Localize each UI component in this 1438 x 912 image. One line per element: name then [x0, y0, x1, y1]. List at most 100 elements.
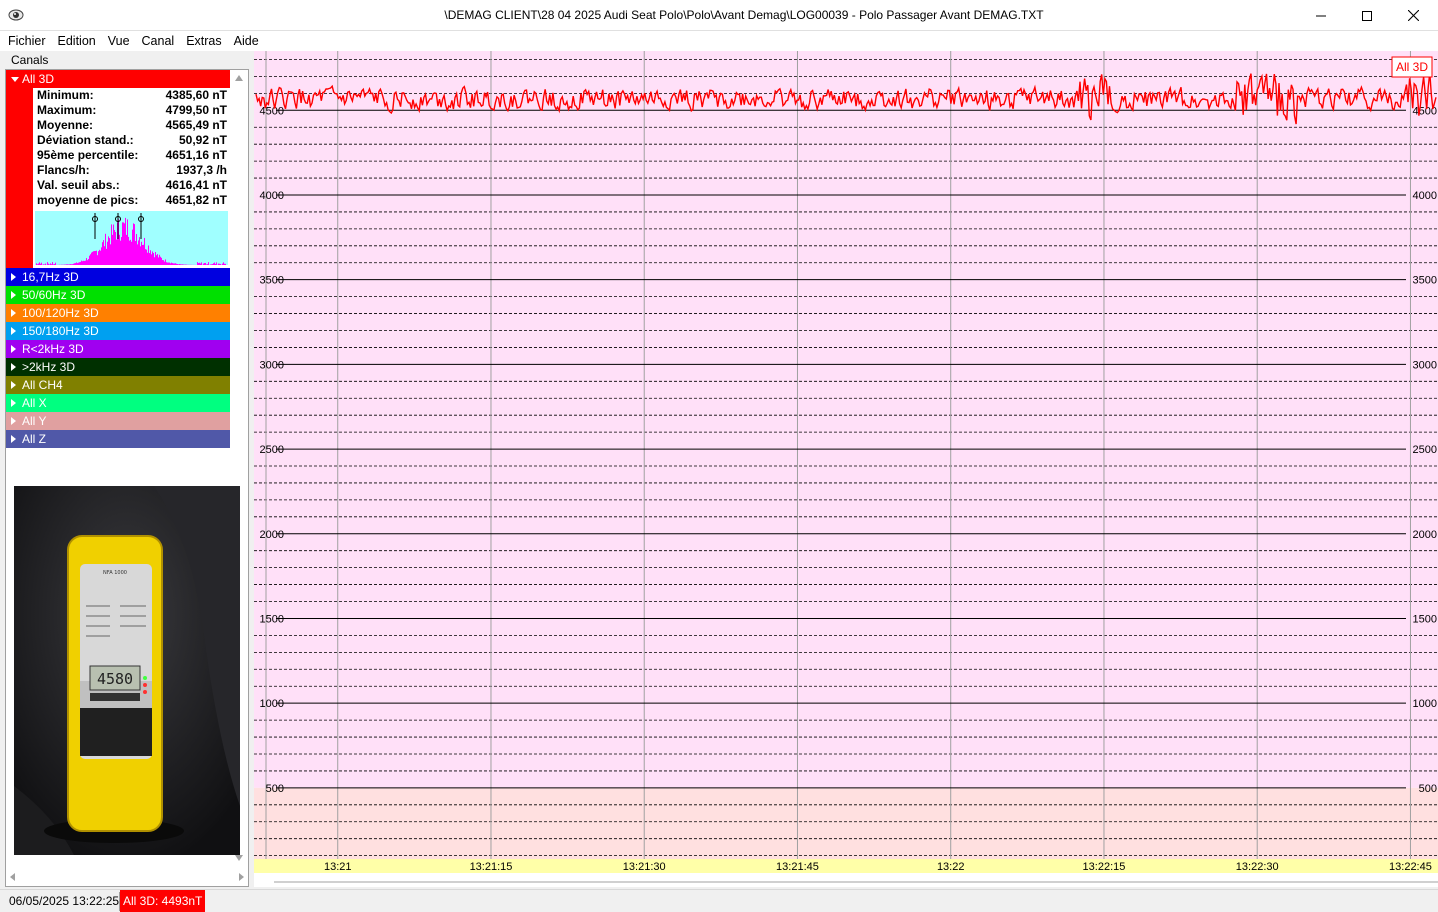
menu-edition[interactable]: Edition: [52, 31, 102, 51]
y-tick-label-right: 3000: [1413, 359, 1437, 371]
histogram-bar: [80, 261, 81, 265]
y-tick-label-right: 1000: [1413, 698, 1437, 710]
histogram-bar: [162, 260, 163, 265]
histogram-bar: [105, 233, 106, 265]
histogram: [35, 211, 228, 265]
stats-table: Minimum: 4385,60 nT Maximum: 4799,50 nT Mo…: [33, 88, 230, 268]
channel-label: All Z: [22, 432, 46, 446]
menu-bar: Fichier Edition Vue Canal Extras Aide: [0, 31, 1438, 51]
y-tick-label-right: 4000: [1413, 190, 1437, 202]
histogram-bar: [205, 262, 206, 265]
expand-triangle-icon: [11, 291, 16, 299]
expand-triangle-icon: [11, 381, 16, 389]
channel-row[interactable]: 100/120Hz 3D: [6, 304, 230, 322]
histogram-bar: [166, 262, 167, 265]
x-tick-label: 13:22:15: [1083, 861, 1126, 873]
histogram-bar: [214, 262, 215, 265]
channel-row[interactable]: All X: [6, 394, 230, 412]
histogram-bar: [135, 240, 136, 265]
histogram-bar: [82, 261, 83, 265]
x-tick-label: 13:21:30: [623, 861, 666, 873]
channel-label: 150/180Hz 3D: [22, 324, 99, 338]
channel-row[interactable]: All CH4: [6, 376, 230, 394]
channel-row[interactable]: >2kHz 3D: [6, 358, 230, 376]
y-tick-label-left: 2000: [260, 529, 284, 541]
histogram-bar: [161, 257, 162, 265]
status-bar: 06/05/2025 13:22:25 All 3D: 4493nT: [0, 889, 1438, 912]
histogram-bar: [107, 241, 108, 265]
horizontal-scrollbar[interactable]: [6, 870, 248, 884]
maximize-button[interactable]: [1344, 0, 1390, 31]
histogram-bar: [177, 264, 178, 265]
expand-triangle-icon: [11, 363, 16, 371]
channel-label: 100/120Hz 3D: [22, 306, 99, 320]
channel-row[interactable]: All Y: [6, 412, 230, 430]
histogram-bar: [90, 254, 91, 265]
histogram-bar: [81, 260, 82, 265]
histogram-bar: [131, 241, 132, 265]
channel-label: All CH4: [22, 378, 63, 392]
expand-triangle-icon: [11, 345, 16, 353]
menu-canal[interactable]: Canal: [136, 31, 181, 51]
histogram-bar: [92, 251, 93, 265]
app-eye-icon: [8, 9, 24, 21]
channel-row[interactable]: All Z: [6, 430, 230, 448]
channels-header: Canals: [11, 53, 49, 67]
background-band: [254, 51, 1438, 788]
scroll-up-arrow-icon[interactable]: [233, 72, 245, 84]
histogram-bar: [114, 230, 115, 265]
histogram-bar: [140, 246, 141, 265]
menu-extras[interactable]: Extras: [180, 31, 227, 51]
channel-row[interactable]: 150/180Hz 3D: [6, 322, 230, 340]
menu-vue[interactable]: Vue: [102, 31, 136, 51]
stat-seuil: Val. seuil abs.: 4616,41 nT: [37, 178, 227, 192]
histogram-bar: [129, 240, 130, 265]
histogram-bar: [163, 260, 164, 265]
histogram-bar: [176, 263, 177, 265]
histogram-bar: [159, 254, 160, 265]
magnetic-field-chart[interactable]: 4500 45004000 40003500 35003000 30002500 2500…: [254, 51, 1438, 887]
histogram-bar: [149, 253, 150, 265]
chart-area[interactable]: 4500 4500 4000 4000 3500 3500 3000 3000 2500 2500…: [254, 51, 1438, 887]
histogram-bar: [139, 237, 140, 265]
histogram-bar: [97, 255, 98, 265]
close-button[interactable]: [1390, 0, 1436, 31]
histogram-bar: [111, 224, 112, 265]
channel-label: 16,7Hz 3D: [22, 270, 79, 284]
histogram-bar: [83, 260, 84, 265]
channel-row[interactable]: R<2kHz 3D: [6, 340, 230, 358]
histogram-bar: [47, 262, 48, 265]
y-tick-label-right: 2500: [1413, 444, 1437, 456]
histogram-bar: [179, 263, 180, 265]
channel-row[interactable]: 16,7Hz 3D: [6, 268, 230, 286]
histogram-bar: [174, 263, 175, 265]
stat-percentile: 95ème percentile: 4651,16 nT: [37, 148, 227, 162]
y-tick-label-left: 1000: [260, 698, 284, 710]
histogram-bar: [216, 262, 217, 265]
minimize-button[interactable]: [1298, 0, 1344, 31]
histogram-bar: [128, 236, 129, 265]
histogram-bar: [121, 237, 122, 265]
y-tick-label-left: 4000: [260, 190, 284, 202]
channel-row[interactable]: 50/60Hz 3D: [6, 286, 230, 304]
collapse-triangle-icon: [11, 77, 19, 82]
expand-triangle-icon: [11, 273, 16, 281]
histogram-bar: [115, 232, 116, 265]
histogram-bar: [110, 244, 111, 265]
channel-label: All X: [22, 396, 47, 410]
histogram-bar: [87, 260, 88, 265]
histogram-bar: [146, 249, 147, 265]
histogram-bar: [98, 251, 99, 265]
menu-aide[interactable]: Aide: [228, 31, 265, 51]
histogram-bar: [38, 263, 39, 265]
histogram-bar: [77, 263, 78, 265]
histogram-bar: [132, 229, 133, 265]
y-tick-label-right: 3500: [1413, 275, 1437, 287]
histogram-bar: [88, 259, 89, 265]
histogram-bar: [169, 262, 170, 265]
channel-all-3d[interactable]: All 3D: [6, 70, 230, 88]
menu-fichier[interactable]: Fichier: [2, 31, 52, 51]
x-tick-label: 13:21: [324, 861, 352, 873]
histogram-bar: [181, 264, 182, 265]
histogram-bar: [48, 263, 49, 265]
